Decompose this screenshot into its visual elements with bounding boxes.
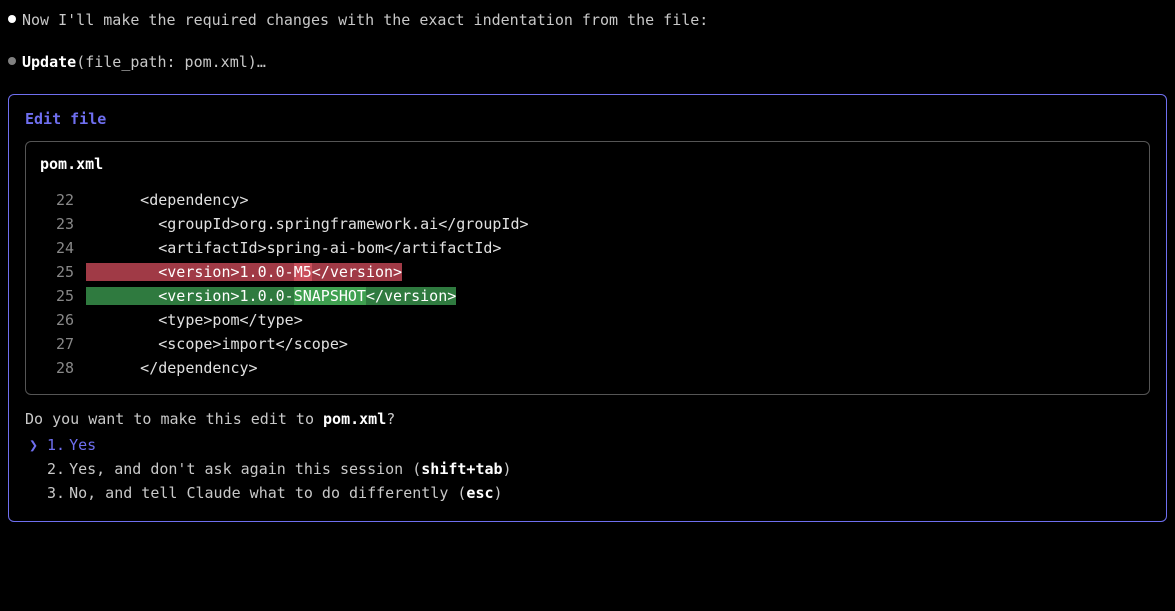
option-label: Yes [69,433,96,457]
shortcut-key: esc [466,484,493,502]
line-content: <version>1.0.0-SNAPSHOT</version> [86,284,1135,308]
panel-title: Edit file [25,107,1150,131]
line-number: 26 [40,308,86,332]
tool-call-text: Update(file_path: pom.xml)… [22,50,266,74]
option-yes-dont-ask[interactable]: 2. Yes, and don't ask again this session… [25,457,1150,481]
added-fragment: SNAPSHOT [294,287,366,305]
message-text: Now I'll make the required changes with … [22,8,708,32]
option-label: No, and tell Claude what to do different… [69,481,502,505]
line-number: 25 [40,284,86,308]
line-content: <artifactId>spring-ai-bom</artifactId> [86,236,1135,260]
option-number: 3. [47,481,65,505]
question-target-file: pom.xml [323,410,386,428]
line-content: <dependency> [86,188,1135,212]
diff-filename: pom.xml [40,152,1135,176]
ellipsis: … [257,53,266,71]
assistant-message: Now I'll make the required changes with … [8,8,1167,32]
removed-fragment: M5 [294,263,312,281]
option-number: 1. [47,433,65,457]
line-content: <groupId>org.springframework.ai</groupId… [86,212,1135,236]
code-line: 24 <artifactId>spring-ai-bom</artifactId… [40,236,1135,260]
caret-icon: ❯ [29,433,43,457]
line-number: 22 [40,188,86,212]
line-content: <type>pom</type> [86,308,1135,332]
line-number: 28 [40,356,86,380]
tool-args: (file_path: pom.xml) [76,53,257,71]
line-number: 24 [40,236,86,260]
code-line: 22 <dependency> [40,188,1135,212]
diff-view: pom.xml 22 <dependency> 23 <groupId>org.… [25,141,1150,395]
option-no[interactable]: 3. No, and tell Claude what to do differ… [25,481,1150,505]
edit-file-panel: Edit file pom.xml 22 <dependency> 23 <gr… [8,94,1167,522]
code-line: 27 <scope>import</scope> [40,332,1135,356]
code-line: 28 </dependency> [40,356,1135,380]
option-number: 2. [47,457,65,481]
confirmation-question: Do you want to make this edit to pom.xml… [25,407,1150,431]
code-line-removed: 25 <version>1.0.0-M5</version> [40,260,1135,284]
code-line: 26 <type>pom</type> [40,308,1135,332]
code-line-added: 25 <version>1.0.0-SNAPSHOT</version> [40,284,1135,308]
line-number: 27 [40,332,86,356]
code-line: 23 <groupId>org.springframework.ai</grou… [40,212,1135,236]
line-content: </dependency> [86,356,1135,380]
dot-icon [8,57,16,65]
line-number: 23 [40,212,86,236]
shortcut-key: shift+tab [421,460,502,478]
line-number: 25 [40,260,86,284]
line-content: <scope>import</scope> [86,332,1135,356]
dot-icon [8,15,16,23]
tool-name: Update [22,53,76,71]
line-content: <version>1.0.0-M5</version> [86,260,1135,284]
option-label: Yes, and don't ask again this session (s… [69,457,512,481]
option-yes[interactable]: ❯ 1. Yes [25,433,1150,457]
tool-call-line: Update(file_path: pom.xml)… [8,50,1167,74]
